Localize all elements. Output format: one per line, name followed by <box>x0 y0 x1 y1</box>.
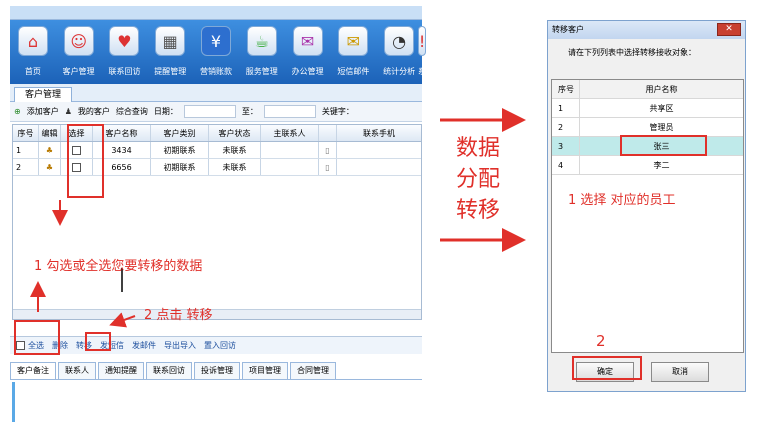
item-name: 管理员 <box>649 122 674 132</box>
list-item[interactable]: 1 共享区 <box>552 99 743 118</box>
dialog-title: 转移客户 <box>552 25 584 34</box>
user-list: 序号 用户名称 1 共享区 2 管理员 3 张三 4 李二 <box>551 79 744 353</box>
cancel-button[interactable]: 取消 <box>651 362 709 382</box>
col-no: 序号 <box>552 80 580 98</box>
item-no: 3 <box>552 137 580 155</box>
col-user: 用户名称 <box>645 84 678 94</box>
list-header: 序号 用户名称 <box>552 80 743 99</box>
item-name: 李二 <box>653 160 670 170</box>
item-name: 共享区 <box>649 103 674 113</box>
dialog-title-bar: 转移客户 ✕ <box>548 21 745 39</box>
item-no: 1 <box>552 99 580 117</box>
item-no: 4 <box>552 156 580 174</box>
step1-left-annotation: 1 勾选或全选您要转移的数据 <box>34 259 203 274</box>
step1-right-annotation: 1 选择 对应的员工 <box>568 193 676 208</box>
step2-right-annotation: 2 <box>596 332 606 350</box>
highlight-selected-user <box>620 135 707 156</box>
list-item[interactable]: 4 李二 <box>552 156 743 175</box>
step2-left-annotation: 2 点击 转移 <box>144 308 213 323</box>
highlight-ok-button <box>572 356 642 380</box>
dialog-prompt: 请在下列列表中选择转移接收对象： <box>568 48 696 57</box>
close-icon[interactable]: ✕ <box>717 23 741 36</box>
item-no: 2 <box>552 118 580 136</box>
middle-label: 数据 分配 转移 <box>456 136 501 223</box>
